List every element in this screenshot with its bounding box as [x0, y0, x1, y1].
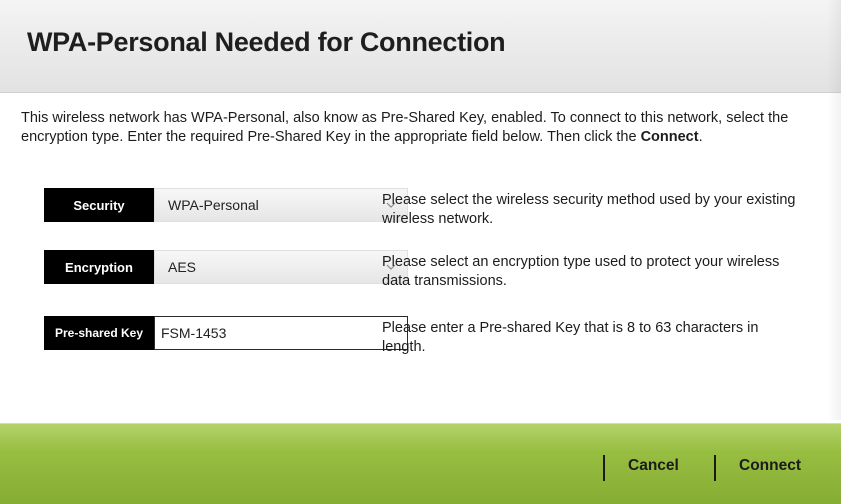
separator	[714, 455, 716, 481]
encryption-label: Encryption	[44, 250, 154, 284]
psk-label: Pre-shared Key	[44, 316, 154, 350]
intro-text: This wireless network has WPA-Personal, …	[21, 109, 811, 147]
psk-row: Pre-shared Key FSM-1453	[44, 316, 408, 350]
dialog-title: WPA-Personal Needed for Connection	[27, 27, 506, 57]
wpa-dialog: WPA-Personal Needed for Connection This …	[0, 0, 841, 504]
security-help: Please select the wireless security meth…	[382, 192, 796, 227]
intro-text-end: .	[698, 129, 703, 145]
intro-text-connect: Connect	[640, 129, 699, 145]
psk-help: Please enter a Pre-shared Key that is 8 …	[382, 320, 759, 355]
security-label: Security	[44, 188, 154, 222]
separator	[603, 455, 605, 481]
side-shadow	[827, 0, 841, 420]
dialog-header: WPA-Personal Needed for Connection	[0, 0, 841, 93]
cancel-button[interactable]: Cancel	[628, 457, 679, 475]
psk-input[interactable]: FSM-1453	[154, 316, 408, 350]
dialog-footer: Cancel Connect	[0, 423, 841, 504]
connect-button[interactable]: Connect	[739, 457, 801, 475]
security-select-value: WPA-Personal	[168, 197, 259, 213]
security-select[interactable]: WPA-Personal	[154, 188, 408, 222]
security-row: Security WPA-Personal	[44, 188, 408, 222]
encryption-select[interactable]: AES	[154, 250, 408, 284]
encryption-help: Please select an encryption type used to…	[382, 254, 780, 289]
encryption-row: Encryption AES	[44, 250, 408, 284]
encryption-select-value: AES	[168, 259, 197, 275]
